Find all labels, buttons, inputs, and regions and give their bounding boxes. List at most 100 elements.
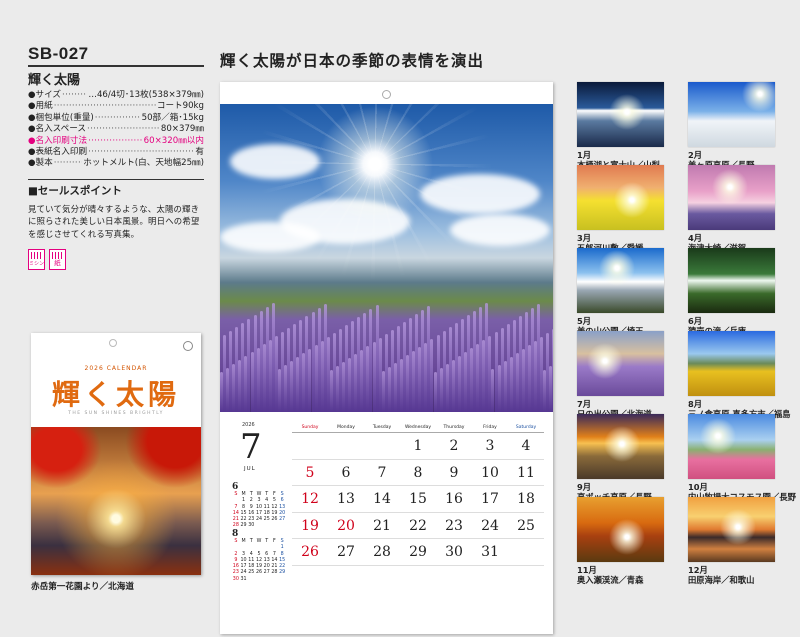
mini-day: 25 [248, 570, 255, 576]
sales-point-heading: ■セールスポイント [28, 178, 204, 198]
calendar-month-name: JUL [244, 466, 256, 472]
day-cell: 29 [400, 539, 436, 566]
sun-icon [609, 94, 645, 130]
month-photo [688, 248, 775, 313]
cover-caption: 赤岳第一花園より／北海道 [31, 582, 134, 592]
month-label: 1月 [577, 150, 592, 160]
month-thumbnail: 3月五郎河川敷／愛媛 [577, 165, 664, 253]
calendar-cover: 2026 CALENDAR 輝く太陽 THE SUN SHINES BRIGHT… [31, 333, 201, 575]
weekday-label: Friday [483, 425, 497, 430]
day-cells: 1 2 3 4 5 6 7 8 9 10 11 12 13 14 15 16 17 18 19 20 21 22 23 24 2… [292, 433, 544, 566]
day-cell: 15 [400, 486, 436, 513]
hanging-hole [382, 90, 391, 99]
day-cell: 27 [328, 539, 364, 566]
cover-subtitle: THE SUN SHINES BRIGHTLY [68, 411, 164, 416]
day-cell: 8 [400, 460, 436, 486]
sun-icon [587, 343, 623, 379]
month-label: 10月 [688, 482, 708, 492]
day-cell: 14 [364, 486, 400, 513]
month-thumbnail: 10月内山牧場大コスモス園／長野 [688, 414, 796, 502]
month-photo [577, 82, 664, 147]
weekday-label: Sunday [301, 425, 319, 430]
page-headline: 輝く太陽が日本の季節の表情を演出 [220, 52, 485, 70]
lavender-field-photo [220, 104, 553, 412]
weekday-label: Wednesday [404, 425, 432, 430]
month-label: 8月 [688, 399, 703, 409]
sun-icon [712, 169, 748, 205]
weekday-label: Monday [337, 425, 355, 430]
sun-icon [700, 418, 736, 454]
day-cell: 20 [328, 513, 364, 539]
product-name: 輝く太陽 [28, 73, 81, 88]
paper-badge-icon: 紙 [49, 249, 66, 271]
spec-row: ●表紙名入印刷有 [28, 147, 204, 158]
brand-logo-icon [183, 341, 193, 351]
day-cell: 19 [292, 513, 328, 539]
month-label: 6月 [688, 316, 703, 326]
spec-row: ●用紙コート90kg [28, 101, 204, 112]
day-cell: 24 [472, 513, 508, 539]
mini-day: 27 [263, 570, 270, 576]
day-cell: 13 [328, 486, 364, 513]
cover-year-label: 2026 CALENDAR [84, 365, 148, 372]
month-photo [688, 497, 775, 562]
day-cell: 25 [508, 513, 544, 539]
feature-badges: ミシン 紙 [28, 249, 204, 271]
day-cell: 30 [436, 539, 472, 566]
location-label: 田原海岸／和歌山 [688, 575, 755, 585]
month-label: 5月 [577, 316, 592, 326]
spec-row-highlight: ●名入印刷寸法60×320㎜以内 [28, 136, 204, 147]
mini-day: 31 [240, 576, 247, 582]
month-photo [577, 248, 664, 313]
month-label: 9月 [577, 482, 592, 492]
day-cell: 9 [436, 460, 472, 486]
day-cell: 4 [508, 433, 544, 460]
sun-icon [720, 509, 756, 545]
day-cell: 23 [436, 513, 472, 539]
sun-icon [315, 104, 435, 224]
day-cell: 26 [292, 539, 328, 566]
sun-icon [599, 250, 635, 286]
mini-calendar-next: 8 S M T W T F S 1 2 3 4 5 6 7 8 9 10 11 12 13 14 15 16 17 18 19 20… [232, 529, 286, 582]
day-cell: 3 [472, 433, 508, 460]
month-photo [688, 414, 775, 479]
month-photo [577, 497, 664, 562]
month-photo [688, 82, 775, 147]
product-code: SB-027 [28, 44, 204, 67]
location-label: 奥入瀬渓流／青森 [577, 575, 644, 585]
day-cell: 2 [436, 433, 472, 460]
month-thumbnail: 11月 奥入瀬渓流／青森 [577, 497, 664, 585]
weekday-label: Saturday [515, 425, 537, 430]
month-thumbnail: 5月美の山公園／埼玉 [577, 248, 664, 336]
month-photo [688, 331, 775, 396]
calendar-month-number: 7 [240, 427, 262, 467]
hanging-hole [109, 339, 117, 347]
calendar-grid-area: 2026 7 JUL 6 S M T W T F S 1 2 3 4 5 6 7 8 9 10 11 12 13 14 1… [220, 420, 553, 634]
sun-icon [604, 426, 640, 462]
month-label: 11月 [577, 565, 597, 575]
month-label: 7月 [577, 399, 592, 409]
weekday-header: Sunday Monday Tuesday Wednesday Thursday Frid… [292, 425, 544, 433]
mini-calendar-prev: 6 S M T W T F S 1 2 3 4 5 6 7 8 9 10 11 12 13 14 15 16 17 18 19 20… [232, 482, 286, 529]
day-cell: 6 [328, 460, 364, 486]
spec-row: ●製本ホットメルト(白、天地幅25㎜) [28, 158, 204, 169]
month-label: 12月 [688, 565, 708, 575]
month-thumbnail: 12月 田原海岸／和歌山 [688, 497, 775, 585]
calendar-sample-page: 2026 7 JUL 6 S M T W T F S 1 2 3 4 5 6 7 8 9 10 11 12 13 14 1… [220, 82, 553, 634]
month-thumbnail: 4月海津大崎／滋賀 [688, 165, 775, 253]
sales-point-text: 見ていて気分が晴々するような、太陽の輝きに照らされた美しい日本風景。明日への希望… [28, 203, 200, 239]
mini-day: 28 [271, 570, 278, 576]
day-cell: 18 [508, 486, 544, 513]
day-cell: 17 [472, 486, 508, 513]
day-cell: 1 [400, 433, 436, 460]
month-photo [577, 414, 664, 479]
sun-icon [614, 182, 650, 218]
day-cell [292, 433, 328, 460]
month-thumbnail: 1月本栖湖と富士山／山梨 [577, 82, 664, 170]
weekday-label: Tuesday [372, 425, 392, 430]
month-label: 4月 [688, 233, 703, 243]
month-photo [688, 165, 775, 230]
day-cell: 31 [472, 539, 508, 566]
sun-icon [742, 82, 775, 112]
day-cell: 11 [508, 460, 544, 486]
